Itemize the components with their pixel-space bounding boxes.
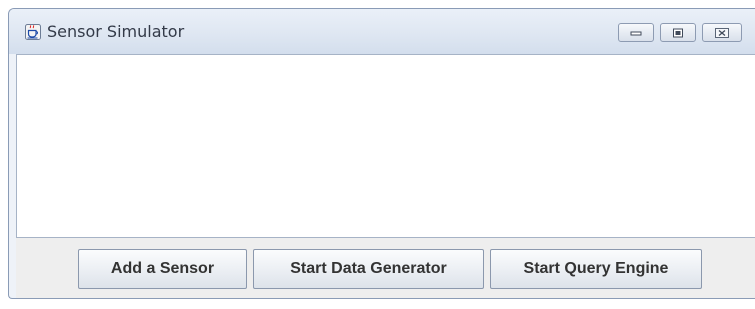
output-text-area[interactable] [16,54,755,238]
app-window: Sensor Simulator Add a Sensor Start Data… [8,8,755,299]
add-sensor-button[interactable]: Add a Sensor [78,249,247,289]
java-coffee-cup-icon[interactable] [25,24,41,40]
close-button[interactable] [702,23,742,42]
button-panel: Add a Sensor Start Data Generator Start … [16,238,755,298]
start-data-generator-button[interactable]: Start Data Generator [253,249,484,289]
close-icon [715,27,729,38]
start-query-engine-button[interactable]: Start Query Engine [490,249,702,289]
window-title: Sensor Simulator [47,22,185,41]
maximize-icon [673,28,683,37]
minimize-icon [630,31,642,35]
minimize-button[interactable] [618,23,654,42]
maximize-button[interactable] [660,23,696,42]
title-bar[interactable]: Sensor Simulator [9,9,755,54]
